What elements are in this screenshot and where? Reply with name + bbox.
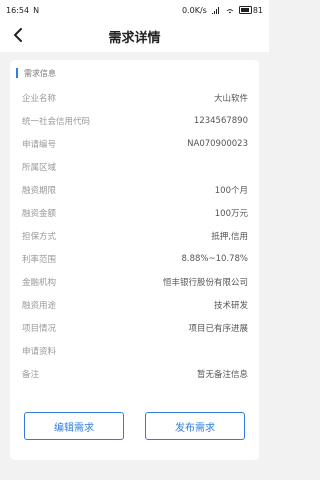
info-row: 融资金额 100万元 [22, 201, 248, 224]
row-value: 恒丰银行股份有限公司 [162, 277, 248, 288]
row-value: 暂无备注信息 [196, 369, 248, 380]
info-rows: 企业名称 大山软件 统一社会信用代码 1234567890 申请编号 NA070900… [22, 86, 248, 385]
status-left: 16:54 N [0, 6, 39, 15]
status-time: 16:54 [6, 5, 30, 15]
row-label: 融资期限 [22, 185, 57, 196]
row-label: 申请资料 [22, 346, 57, 357]
row-value: 8.88%~10.78% [181, 253, 248, 264]
row-label: 担保方式 [22, 231, 57, 242]
status-bar: 16:54 N 0.0K/s 81 [0, 0, 269, 20]
wifi-icon [225, 6, 235, 14]
row-label: 金融机构 [22, 277, 57, 288]
section-title: 需求信息 [24, 68, 56, 78]
section-header: 需求信息 [16, 66, 56, 80]
publish-demand-button[interactable]: 发布需求 [145, 412, 245, 440]
carrier-label: N [33, 5, 40, 15]
row-label: 企业名称 [22, 93, 57, 104]
row-label: 融资金额 [22, 208, 57, 219]
row-value: 技术研发 [213, 300, 248, 311]
row-value: 大山软件 [213, 93, 248, 104]
page-title: 需求详情 [108, 30, 161, 46]
edit-demand-button[interactable]: 编辑需求 [24, 412, 124, 440]
row-value: 100个月 [214, 185, 248, 196]
info-row: 企业名称 大山软件 [22, 86, 248, 109]
nav-bar: 需求详情 [0, 20, 269, 52]
signal-icon [211, 6, 221, 14]
back-button[interactable] [6, 24, 30, 48]
row-value: 抵押,信用 [211, 231, 248, 242]
info-row: 所属区域 [22, 155, 248, 178]
action-buttons: 编辑需求 发布需求 [10, 412, 259, 440]
battery-level: 81 [252, 5, 263, 15]
row-value: 100万元 [214, 208, 248, 219]
row-label: 融资用途 [22, 300, 57, 311]
row-value: 项目已有序进展 [188, 323, 248, 334]
info-row: 申请编号 NA070900023 [22, 132, 248, 155]
status-right: 0.0K/s 81 [182, 6, 269, 15]
section-accent-bar [16, 68, 18, 78]
row-label: 统一社会信用代码 [22, 116, 91, 127]
chevron-left-icon [12, 27, 24, 46]
row-value: NA070900023 [187, 138, 248, 149]
info-row: 备注 暂无备注信息 [22, 362, 248, 385]
battery-icon [238, 6, 252, 14]
info-row: 项目情况 项目已有序进展 [22, 316, 248, 339]
row-label: 所属区域 [22, 162, 57, 173]
network-speed: 0.0K/s [181, 5, 207, 15]
row-label: 申请编号 [22, 139, 57, 150]
row-label: 备注 [22, 369, 40, 380]
info-row: 利率范围 8.88%~10.78% [22, 247, 248, 270]
row-label: 利率范围 [22, 254, 57, 265]
info-row: 担保方式 抵押,信用 [22, 224, 248, 247]
row-value: 1234567890 [193, 115, 248, 126]
info-row: 融资期限 100个月 [22, 178, 248, 201]
info-row: 申请资料 [22, 339, 248, 362]
detail-card: 需求信息 企业名称 大山软件 统一社会信用代码 1234567890 申请编号 NA0… [10, 60, 259, 460]
info-row: 统一社会信用代码 1234567890 [22, 109, 248, 132]
row-label: 项目情况 [22, 323, 57, 334]
info-row: 融资用途 技术研发 [22, 293, 248, 316]
info-row: 金融机构 恒丰银行股份有限公司 [22, 270, 248, 293]
